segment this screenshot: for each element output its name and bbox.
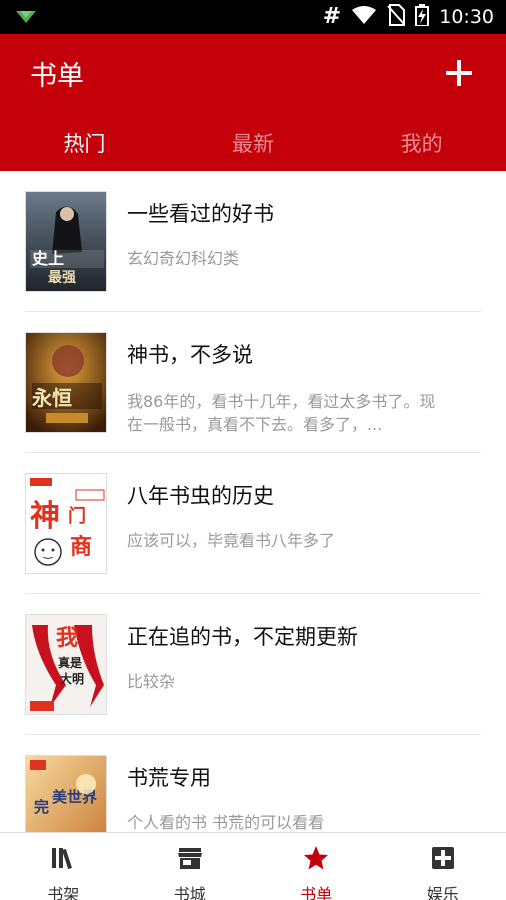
add-booklist-button[interactable] [442,56,476,90]
nav-label: 书城 [173,885,206,900]
wifi-icon [351,5,377,29]
svg-text:完: 完 [34,798,49,816]
bottom-nav: 书架 书城 书单 娱乐 [0,832,506,900]
svg-text:神: 神 [30,499,60,534]
nav-booklist[interactable]: 书单 [253,833,380,900]
svg-text:大明: 大明 [60,671,84,686]
book-cover: 史上 最强 [25,191,107,292]
booklist-title: 正在追的书，不定期更新 [127,625,358,649]
puzzle-icon [430,845,456,875]
nav-label: 娱乐 [426,885,459,900]
battery-charging-icon [415,4,430,30]
star-icon [303,845,329,875]
store-icon [177,845,203,875]
booklist-description: 个人看的书 书荒的可以看看 [127,813,325,832]
book-cover: 神 门 商 [25,473,107,574]
booklist-title: 书荒专用 [127,766,211,790]
booklist-list[interactable]: 史上 最强 一些看过的好书 玄幻奇幻科幻类 永恒 神书，不多说 我86年的，看书… [0,171,506,832]
svg-text:真是: 真是 [58,655,83,670]
list-item[interactable]: 神 门 商 八年书虫的历史 应该可以，毕竟看书八年多了 [0,453,506,594]
list-item[interactable]: 完 美世界 书荒专用 个人看的书 书荒的可以看看 [0,735,506,832]
booklist-description: 我86年的，看书十几年，看过太多书了。现在一般书，真看不下去。看多了，... [127,392,436,434]
tab-bar: 热门 最新 我的 [0,122,506,171]
hash-indicator: # [322,4,342,29]
status-bar: # 10:30 [0,0,506,34]
notification-icon [14,9,38,29]
list-item[interactable]: 我 真是 大明 正在追的书，不定期更新 比较杂 [0,594,506,735]
no-sim-icon [387,4,406,30]
nav-entertainment[interactable]: 娱乐 [380,833,506,900]
book-cover: 永恒 [25,332,107,433]
booklist-description: 比较杂 [127,672,176,691]
svg-text:最强: 最强 [48,269,76,286]
book-cover: 完 美世界 [25,755,107,832]
booklist-description: 应该可以，毕竟看书八年多了 [127,531,336,550]
svg-text:永恒: 永恒 [31,386,72,410]
tab-latest[interactable]: 最新 [169,122,338,171]
list-item[interactable]: 永恒 神书，不多说 我86年的，看书十几年，看过太多书了。现在一般书，真看不下去… [0,312,506,453]
booklist-title: 神书，不多说 [127,343,253,367]
book-cover: 我 真是 大明 [25,614,107,715]
tab-mine[interactable]: 我的 [337,122,506,171]
svg-text:门: 门 [68,505,86,527]
nav-label: 书单 [300,885,333,900]
bookshelf-icon [50,845,76,875]
nav-bookshelf[interactable]: 书架 [0,833,127,900]
booklist-title: 一些看过的好书 [127,202,274,226]
status-time: 10:30 [439,6,494,28]
svg-text:我: 我 [56,626,78,651]
svg-text:商: 商 [70,534,92,560]
booklist-title: 八年书虫的历史 [127,484,274,508]
app-header: 书单 热门 最新 我的 [0,34,506,171]
tab-hot[interactable]: 热门 [0,122,169,171]
svg-text:史上: 史上 [32,249,64,268]
page-title: 书单 [30,61,84,92]
list-item[interactable]: 史上 最强 一些看过的好书 玄幻奇幻科幻类 [0,171,506,312]
nav-label: 书架 [47,885,80,900]
status-icons: # 10:30 [323,0,494,34]
booklist-description: 玄幻奇幻科幻类 [127,249,240,268]
nav-bookstore[interactable]: 书城 [127,833,254,900]
